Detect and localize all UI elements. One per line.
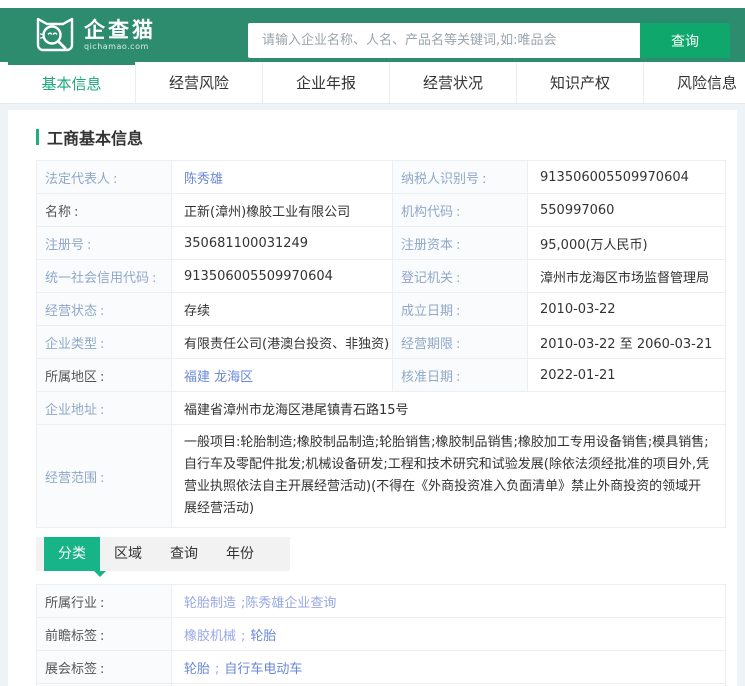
tag-row: 展会标签: 轮胎;自行车电动车 — [37, 651, 726, 684]
field-value: 有限责任公司(港澳台投资、非独资) — [172, 326, 393, 359]
tag-link[interactable]: 橡胶机械 — [184, 629, 236, 644]
tag-link[interactable]: 自行车电动车 — [224, 662, 302, 677]
field-label: 企业地址: — [37, 392, 172, 425]
filter-tab-category[interactable]: 分类 — [44, 537, 100, 571]
filter-tab-bar: 分类 区域 查询 年份 — [36, 537, 290, 571]
field-value: 2022-01-21 — [528, 359, 726, 392]
tag-link[interactable]: 轮胎 — [184, 662, 210, 677]
field-label: 统一社会信用代码: — [37, 260, 172, 293]
tag-table: 所属行业: 轮胎制造;陈秀雄企业查询 前瞻标签: 橡胶机械;轮胎 展会标签: 轮… — [36, 584, 726, 686]
section-title-text: 工商基本信息 — [47, 125, 143, 149]
info-row: 注册号: 350681100031249 注册资本: 95,000(万人民币) — [37, 227, 726, 260]
tab-annual-report[interactable]: 企业年报 — [262, 62, 389, 103]
logo[interactable]: 企查猫 qichamao.com — [34, 15, 156, 53]
info-row: 统一社会信用代码: 913506005509970604 登记机关: 漳州市龙海… — [37, 260, 726, 293]
tab-business-risk[interactable]: 经营风险 — [135, 62, 262, 103]
info-row: 企业类型: 有限责任公司(港澳台投资、非独资) 经营期限: 2010-03-22… — [37, 326, 726, 359]
filter-tab-region[interactable]: 区域 — [100, 537, 156, 571]
field-label: 经营期限: — [393, 326, 528, 359]
info-row: 所属地区: 福建 龙海区 核准日期: 2022-01-21 — [37, 359, 726, 392]
field-label: 经营范围: — [37, 425, 172, 528]
field-value: 橡胶机械;轮胎 — [172, 618, 726, 651]
filter-tab-query[interactable]: 查询 — [156, 537, 212, 571]
field-value: 轮胎制造;陈秀雄企业查询 — [172, 585, 726, 618]
field-value: 2010-03-22 — [528, 293, 726, 326]
info-row: 法定代表人: 陈秀雄 纳税人识别号: 913506005509970604 — [37, 161, 726, 194]
top-strip — [0, 0, 745, 8]
section-title-bar — [36, 129, 39, 145]
info-row: 名称: 正新(漳州)橡胶工业有限公司 机构代码: 550997060 — [37, 194, 726, 227]
search-button[interactable]: 查询 — [640, 23, 730, 58]
cat-magnifier-icon — [34, 15, 76, 53]
field-label: 登记机关: — [393, 260, 528, 293]
field-value: 正新(漳州)橡胶工业有限公司 — [172, 194, 393, 227]
field-value: 2010-03-22 至 2060-03-21 — [528, 326, 726, 359]
field-value: 轮胎;自行车电动车 — [172, 651, 726, 684]
field-label: 注册资本: — [393, 227, 528, 260]
tab-operating-status[interactable]: 经营状况 — [389, 62, 516, 103]
active-tab-pointer-icon — [94, 571, 106, 577]
field-value: 350681100031249 — [172, 227, 393, 260]
tab-risk-info[interactable]: 风险信息 — [643, 62, 745, 103]
field-value: 550997060 — [528, 194, 726, 227]
field-value: 95,000(万人民币) — [528, 227, 726, 260]
search-bar: 查询 — [248, 23, 730, 58]
logo-domain: qichamao.com — [84, 42, 156, 51]
tag-link[interactable]: 轮胎 — [250, 629, 276, 644]
field-value: 福建省漳州市龙海区港尾镇青石路15号 — [172, 392, 726, 425]
field-value: 陈秀雄 — [172, 161, 393, 194]
field-label: 机构代码: — [393, 194, 528, 227]
filter-tab-year[interactable]: 年份 — [212, 537, 268, 571]
tab-intellectual-property[interactable]: 知识产权 — [516, 62, 643, 103]
field-value: 913506005509970604 — [172, 260, 393, 293]
region-link-province[interactable]: 福建 — [184, 370, 210, 385]
field-value: 漳州市龙海区市场监督管理局 — [528, 260, 726, 293]
industry-link[interactable]: 轮胎制造 — [184, 596, 236, 611]
section-title: 工商基本信息 — [36, 125, 709, 149]
field-label: 企业类型: — [37, 326, 172, 359]
field-label: 名称: — [37, 194, 172, 227]
site-header: 企查猫 qichamao.com 查询 — [0, 8, 745, 62]
field-value: 一般项目:轮胎制造;橡胶制品制造;轮胎销售;橡胶制品销售;橡胶加工专用设备销售;… — [172, 425, 726, 528]
field-label: 纳税人识别号: — [393, 161, 528, 194]
industry-link[interactable]: 陈秀雄企业查询 — [245, 596, 336, 611]
field-label: 所属地区: — [37, 359, 172, 392]
info-row: 企业地址: 福建省漳州市龙海区港尾镇青石路15号 — [37, 392, 726, 425]
search-input[interactable] — [248, 23, 640, 58]
page-background: 工商基本信息 法定代表人: 陈秀雄 纳税人识别号: 91350600550997… — [0, 104, 745, 686]
field-label: 所属行业: — [37, 585, 172, 618]
field-label: 核准日期: — [393, 359, 528, 392]
field-label: 前瞻标签: — [37, 618, 172, 651]
tab-basic-info[interactable]: 基本信息 — [8, 62, 135, 103]
field-label: 法定代表人: — [37, 161, 172, 194]
logo-name: 企查猫 — [84, 18, 156, 42]
region-link-city[interactable]: 龙海区 — [214, 370, 253, 385]
nav-tabs: 基本信息 经营风险 企业年报 经营状况 知识产权 风险信息 — [0, 62, 745, 104]
field-label: 经营状态: — [37, 293, 172, 326]
info-row: 经营范围: 一般项目:轮胎制造;橡胶制品制造;轮胎销售;橡胶制品销售;橡胶加工专… — [37, 425, 726, 528]
field-label: 成立日期: — [393, 293, 528, 326]
field-value: 存续 — [172, 293, 393, 326]
legal-representative-link[interactable]: 陈秀雄 — [184, 172, 223, 187]
tag-row: 所属行业: 轮胎制造;陈秀雄企业查询 — [37, 585, 726, 618]
content-card: 工商基本信息 法定代表人: 陈秀雄 纳税人识别号: 91350600550997… — [8, 110, 737, 686]
tag-row: 前瞻标签: 橡胶机械;轮胎 — [37, 618, 726, 651]
field-value: 913506005509970604 — [528, 161, 726, 194]
info-row: 经营状态: 存续 成立日期: 2010-03-22 — [37, 293, 726, 326]
field-label: 展会标签: — [37, 651, 172, 684]
field-label: 注册号: — [37, 227, 172, 260]
business-info-table: 法定代表人: 陈秀雄 纳税人识别号: 913506005509970604 名称… — [36, 160, 726, 528]
field-value: 福建 龙海区 — [172, 359, 393, 392]
